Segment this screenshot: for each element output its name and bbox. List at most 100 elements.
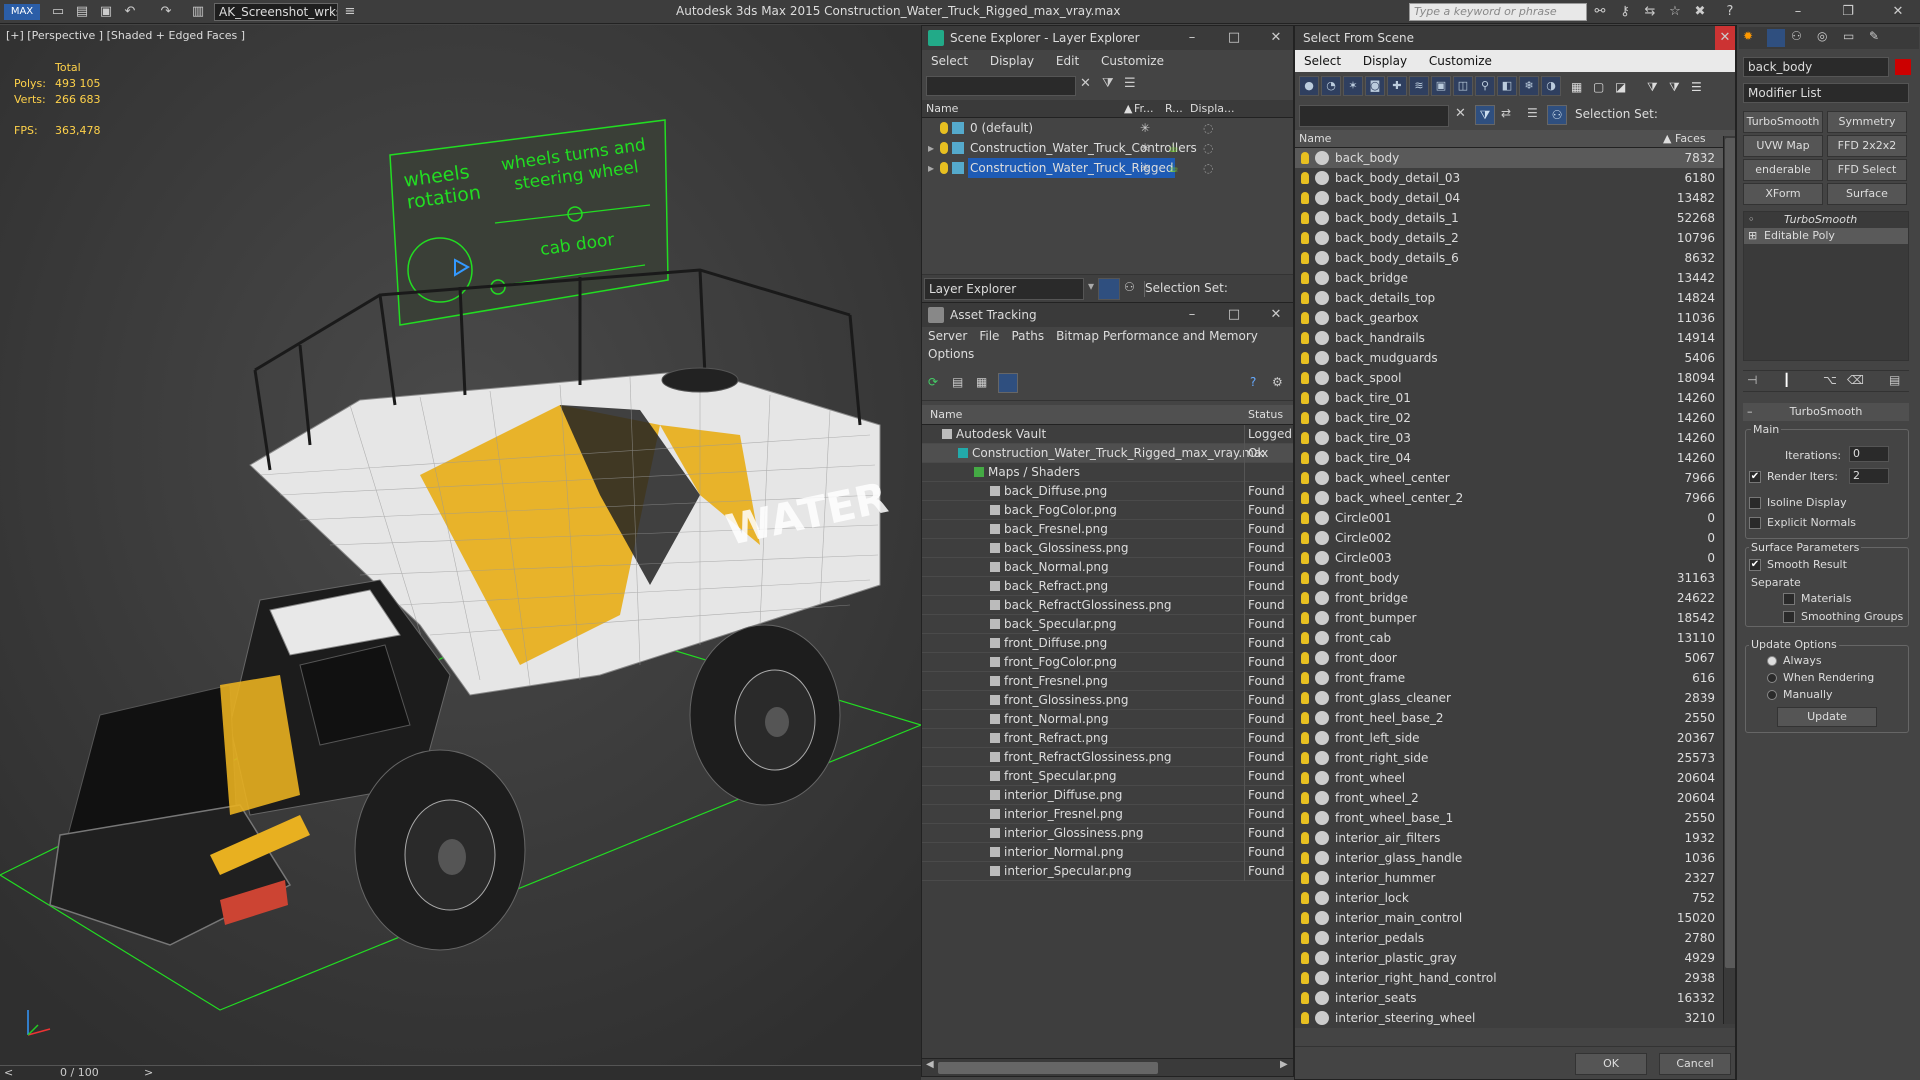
viewport-label[interactable]: [+] [Perspective ] [Shaded + Edged Faces…	[6, 29, 245, 42]
cancel-button[interactable]: Cancel	[1659, 1053, 1731, 1075]
bulb-icon[interactable]	[1301, 732, 1309, 744]
perspective-viewport[interactable]: WATER wheels rotation wheels turns and s…	[0, 25, 921, 1065]
explorer-type-dropdown[interactable]: Layer Explorer	[924, 278, 1084, 300]
asset-row[interactable]: back_Diffuse.png Found	[922, 482, 1293, 501]
mod-renderable-spline-button[interactable]: enderable Spli	[1743, 159, 1823, 181]
bulb-icon[interactable]	[1301, 412, 1309, 424]
menu-bitmap-performance[interactable]: Bitmap Performance and Memory	[1050, 327, 1264, 345]
display-hidden-icon[interactable]: ◑	[1541, 76, 1561, 96]
asset-row[interactable]: back_Specular.png Found	[922, 615, 1293, 634]
mod-surface-select-button[interactable]: Surface Select	[1827, 183, 1907, 205]
dropdown-arrow-icon[interactable]: ▾	[1088, 279, 1094, 293]
render-teapot-icon[interactable]: ☕	[1168, 138, 1179, 158]
keyword-search-input[interactable]: Type a keyword or phrase	[1409, 3, 1587, 21]
display-cameras-icon[interactable]: ◙	[1365, 76, 1385, 96]
bulb-icon[interactable]	[1301, 192, 1309, 204]
object-row[interactable]: front_right_side 25573	[1295, 748, 1735, 768]
scroll-right-icon[interactable]: ▶	[1280, 1059, 1288, 1070]
asset-row[interactable]: interior_Fresnel.png Found	[922, 805, 1293, 824]
object-row[interactable]: back_details_top 14824	[1295, 288, 1735, 308]
layers-icon[interactable]: ☰	[1527, 106, 1538, 120]
object-row[interactable]: interior_steering_wheel 3210	[1295, 1008, 1735, 1028]
bulb-icon[interactable]	[1301, 632, 1309, 644]
close-icon[interactable]: ✕	[1890, 4, 1906, 20]
bulb-icon[interactable]	[1301, 752, 1309, 764]
max-logo-icon[interactable]: MAX	[4, 4, 40, 20]
isoline-checkbox[interactable]	[1749, 497, 1761, 509]
select-invert-icon[interactable]: ◪	[1615, 80, 1626, 94]
object-row[interactable]: Circle002 0	[1295, 528, 1735, 548]
refresh-icon[interactable]: ⟳	[928, 375, 938, 389]
layer-explorer-icon[interactable]	[1098, 278, 1120, 300]
mod-ffd-button[interactable]: FFD 2x2x2	[1827, 135, 1907, 157]
asset-row[interactable]: front_Specular.png Found	[922, 767, 1293, 786]
time-prev-icon[interactable]: <	[4, 1066, 13, 1079]
minimize-icon[interactable]: –	[1176, 26, 1208, 50]
object-row[interactable]: front_wheel 20604	[1295, 768, 1735, 788]
mod-ffd-select-button[interactable]: FFD Select	[1827, 159, 1907, 181]
asset-row[interactable]: interior_Glossiness.png Found	[922, 824, 1293, 843]
object-row[interactable]: front_heel_base_2 2550	[1295, 708, 1735, 728]
object-row[interactable]: interior_pedals 2780	[1295, 928, 1735, 948]
bulb-icon[interactable]	[1301, 332, 1309, 344]
menu-customize[interactable]: Customize	[1092, 50, 1173, 72]
col-name[interactable]: Name	[930, 405, 962, 425]
object-row[interactable]: interior_air_filters 1932	[1295, 828, 1735, 848]
more-options-icon[interactable]: ☰	[1691, 80, 1702, 94]
asset-row[interactable]: interior_Specular.png Found	[922, 862, 1293, 881]
asset-row[interactable]: back_Refract.png Found	[922, 577, 1293, 596]
bulb-icon[interactable]	[940, 162, 948, 174]
object-row[interactable]: back_bridge 13442	[1295, 268, 1735, 288]
when-rendering-radio[interactable]	[1767, 673, 1777, 683]
clear-search-icon[interactable]: ✕	[1455, 106, 1466, 121]
object-row[interactable]: front_wheel_base_1 2550	[1295, 808, 1735, 828]
object-row[interactable]: back_wheel_center_2 7966	[1295, 488, 1735, 508]
time-slider[interactable]: < 0 / 100 >	[0, 1065, 921, 1080]
bulb-icon[interactable]	[1301, 472, 1309, 484]
smoothing-groups-checkbox[interactable]	[1783, 611, 1795, 623]
select-search-input[interactable]	[1299, 105, 1449, 127]
bulb-icon[interactable]	[1301, 972, 1309, 984]
scroll-thumb[interactable]	[938, 1062, 1158, 1074]
iterations-spinner[interactable]: 0	[1849, 446, 1889, 462]
mod-uvw-map-button[interactable]: UVW Map	[1743, 135, 1823, 157]
object-name-field[interactable]: back_body	[1743, 57, 1889, 77]
bulb-icon[interactable]	[1301, 292, 1309, 304]
object-row[interactable]: interior_main_control 15020	[1295, 908, 1735, 928]
asset-row[interactable]: front_Normal.png Found	[922, 710, 1293, 729]
settings-icon[interactable]: ⚙	[1272, 375, 1283, 389]
object-row[interactable]: back_body_detail_03 6180	[1295, 168, 1735, 188]
asset-row[interactable]: front_Fresnel.png Found	[922, 672, 1293, 691]
minimize-icon[interactable]: –	[1176, 303, 1208, 327]
bulb-icon[interactable]	[1301, 1012, 1309, 1024]
display-groups-icon[interactable]: ▣	[1431, 76, 1451, 96]
col-freeze[interactable]: Fr...	[1134, 100, 1154, 118]
workspace-menu-icon[interactable]: ≡	[342, 4, 358, 20]
motion-tab-icon[interactable]: ◎	[1817, 29, 1827, 43]
bulb-icon[interactable]: ◦	[1748, 212, 1755, 228]
maximize-icon[interactable]: □	[1218, 26, 1250, 50]
object-row[interactable]: front_left_side 20367	[1295, 728, 1735, 748]
menu-select[interactable]: Select	[1295, 50, 1350, 72]
mod-xform-button[interactable]: XForm	[1743, 183, 1823, 205]
render-teapot-icon[interactable]: ☕	[1168, 158, 1179, 178]
close-icon[interactable]: ✕	[1715, 26, 1735, 50]
table-view-icon[interactable]	[998, 373, 1018, 393]
restore-icon[interactable]: ❐	[1840, 4, 1856, 20]
select-none-icon[interactable]: ▢	[1593, 80, 1604, 94]
object-color-swatch[interactable]	[1895, 59, 1911, 75]
bulb-icon[interactable]	[1301, 932, 1309, 944]
star-icon[interactable]: ☆	[1667, 4, 1683, 20]
bulb-icon[interactable]	[1301, 812, 1309, 824]
smooth-result-checkbox[interactable]: ✔	[1749, 559, 1761, 571]
bulb-icon[interactable]	[1301, 252, 1309, 264]
mod-symmetry-button[interactable]: Symmetry	[1827, 111, 1907, 133]
exchange-icon[interactable]: ⇆	[1642, 4, 1658, 20]
freeze-icon[interactable]: ✳	[1140, 158, 1150, 178]
object-row[interactable]: front_door 5067	[1295, 648, 1735, 668]
object-row[interactable]: back_body_detail_04 13482	[1295, 188, 1735, 208]
object-row[interactable]: back_body_details_1 52268	[1295, 208, 1735, 228]
scroll-thumb[interactable]	[1725, 138, 1735, 968]
layers-icon[interactable]: ☰	[1124, 76, 1136, 91]
render-iters-checkbox[interactable]: ✔	[1749, 471, 1761, 483]
